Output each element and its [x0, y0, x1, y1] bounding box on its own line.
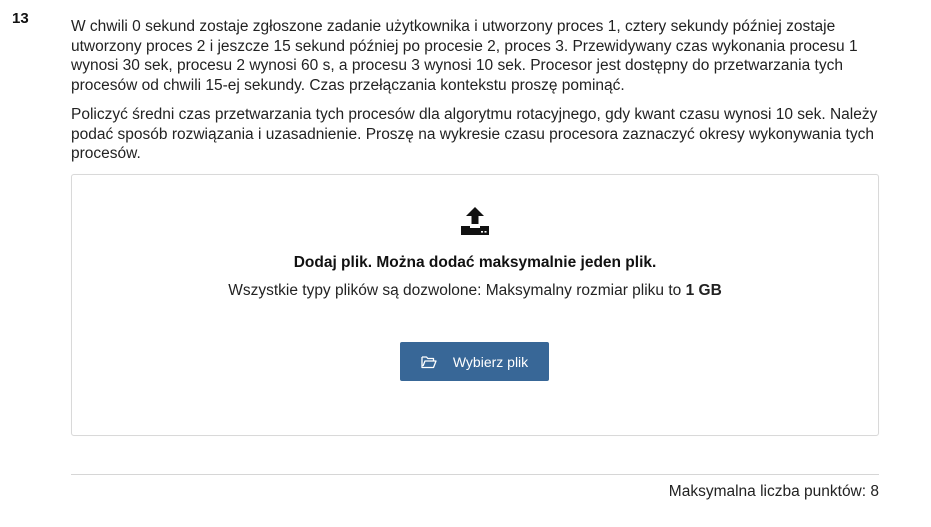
question-text: W chwili 0 sekund zostaje zgłoszone zada…	[71, 17, 879, 164]
question-paragraph-2: Policzyć średni czas przetwarzania tych …	[71, 106, 878, 162]
upload-max-size: 1 GB	[685, 282, 722, 299]
upload-restrictions-text: Wszystkie typy plików są dozwolone: Maks…	[228, 282, 686, 299]
upload-title: Dodaj plik. Można dodać maksymalnie jede…	[293, 254, 657, 271]
upload-icon	[461, 207, 489, 235]
question-paragraph-1: W chwili 0 sekund zostaje zgłoszone zada…	[71, 18, 858, 94]
max-points: Maksymalna liczba punktów: 8	[668, 483, 879, 500]
footer-divider	[71, 474, 879, 475]
folder-open-icon	[421, 355, 437, 368]
upload-restrictions: Wszystkie typy plików są dozwolone: Maks…	[72, 282, 878, 300]
choose-file-button[interactable]: Wybierz plik	[400, 342, 549, 381]
choose-file-label: Wybierz plik	[452, 353, 529, 370]
question-number: 13	[12, 10, 29, 27]
file-upload-dropzone[interactable]: Dodaj plik. Można dodać maksymalnie jede…	[71, 174, 879, 436]
question-page: 13 W chwili 0 sekund zostaje zgłoszone z…	[0, 0, 931, 527]
